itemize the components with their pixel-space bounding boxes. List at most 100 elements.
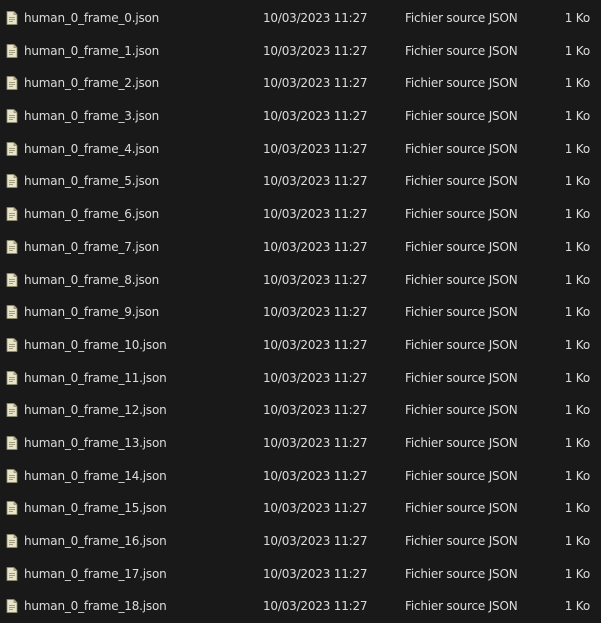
file-name: human_0_frame_14.json xyxy=(24,468,167,483)
json-file-icon xyxy=(6,174,18,189)
file-name: human_0_frame_9.json xyxy=(24,305,160,320)
file-name: human_0_frame_7.json xyxy=(24,239,160,254)
file-type: Fichier source JSON xyxy=(405,468,518,483)
file-type: Fichier source JSON xyxy=(405,76,518,91)
file-modified-date: 10/03/2023 11:27 xyxy=(263,272,368,287)
file-name: human_0_frame_15.json xyxy=(24,501,167,516)
file-size: 1 Ko xyxy=(564,76,590,91)
json-file-icon xyxy=(6,272,18,287)
file-size: 1 Ko xyxy=(564,403,590,418)
file-size: 1 Ko xyxy=(564,370,590,385)
file-modified-date: 10/03/2023 11:27 xyxy=(263,43,368,58)
file-name: human_0_frame_5.json xyxy=(24,174,160,189)
file-name: human_0_frame_6.json xyxy=(24,207,160,222)
file-size: 1 Ko xyxy=(564,141,590,156)
file-name: human_0_frame_16.json xyxy=(24,534,167,548)
file-name: human_0_frame_18.json xyxy=(24,599,167,614)
file-size: 1 Ko xyxy=(564,599,590,614)
file-type: Fichier source JSON xyxy=(405,272,518,287)
file-row[interactable]: human_0_frame_7.json 10/03/2023 11:27 Fich… xyxy=(0,231,601,264)
file-modified-date: 10/03/2023 11:27 xyxy=(263,337,368,352)
file-row[interactable]: human_0_frame_3.json 10/03/2023 11:27 Fich… xyxy=(0,100,601,133)
file-modified-date: 10/03/2023 11:27 xyxy=(263,435,368,450)
json-file-icon xyxy=(6,370,18,385)
file-name: human_0_frame_12.json xyxy=(24,403,167,418)
file-row[interactable]: human_0_frame_14.json 10/03/2023 11:27 Fic… xyxy=(0,460,601,493)
json-file-icon xyxy=(6,501,18,516)
file-name: human_0_frame_1.json xyxy=(24,43,160,58)
json-file-icon xyxy=(6,599,18,614)
file-row[interactable]: human_0_frame_13.json 10/03/2023 11:27 Fic… xyxy=(0,427,601,460)
json-file-icon xyxy=(6,534,18,548)
file-type: Fichier source JSON xyxy=(405,435,518,450)
file-row[interactable]: human_0_frame_15.json 10/03/2023 11:27 Fic… xyxy=(0,492,601,525)
file-row[interactable]: human_0_frame_2.json 10/03/2023 11:27 Fich… xyxy=(0,67,601,100)
file-row[interactable]: human_0_frame_16.json 10/03/2023 11:27 Fic… xyxy=(0,525,601,558)
json-file-icon xyxy=(6,239,18,254)
file-row[interactable]: human_0_frame_0.json 10/03/2023 11:27 Fich… xyxy=(0,2,601,35)
file-size: 1 Ko xyxy=(564,174,590,189)
file-row[interactable]: human_0_frame_18.json 10/03/2023 11:27 Fic… xyxy=(0,590,601,623)
file-name: human_0_frame_11.json xyxy=(24,370,167,385)
file-type: Fichier source JSON xyxy=(405,599,518,614)
file-size: 1 Ko xyxy=(564,566,590,581)
file-modified-date: 10/03/2023 11:27 xyxy=(263,468,368,483)
file-row[interactable]: human_0_frame_17.json 10/03/2023 11:27 Fic… xyxy=(0,558,601,591)
file-row[interactable]: human_0_frame_1.json 10/03/2023 11:27 Fich… xyxy=(0,35,601,68)
file-type: Fichier source JSON xyxy=(405,370,518,385)
file-name: human_0_frame_2.json xyxy=(24,76,160,91)
file-row[interactable]: human_0_frame_12.json 10/03/2023 11:27 Fic… xyxy=(0,394,601,427)
file-modified-date: 10/03/2023 11:27 xyxy=(263,239,368,254)
file-modified-date: 10/03/2023 11:27 xyxy=(263,11,368,25)
file-type: Fichier source JSON xyxy=(405,174,518,189)
json-file-icon xyxy=(6,566,18,581)
file-size: 1 Ko xyxy=(564,272,590,287)
file-name: human_0_frame_0.json xyxy=(24,11,160,25)
json-file-icon xyxy=(6,403,18,418)
file-name: human_0_frame_13.json xyxy=(24,435,167,450)
json-file-icon xyxy=(6,468,18,483)
json-file-icon xyxy=(6,43,18,58)
file-size: 1 Ko xyxy=(564,534,590,548)
json-file-icon xyxy=(6,207,18,222)
file-type: Fichier source JSON xyxy=(405,207,518,222)
json-file-icon xyxy=(6,305,18,320)
file-size: 1 Ko xyxy=(564,207,590,222)
file-name: human_0_frame_4.json xyxy=(24,141,160,156)
file-row[interactable]: human_0_frame_11.json 10/03/2023 11:27 Fic… xyxy=(0,362,601,395)
file-list: human_0_frame_0.json 10/03/2023 11:27 Fich… xyxy=(0,0,601,618)
file-size: 1 Ko xyxy=(564,337,590,352)
file-type: Fichier source JSON xyxy=(405,534,518,548)
file-type: Fichier source JSON xyxy=(405,11,518,25)
file-type: Fichier source JSON xyxy=(405,43,518,58)
file-modified-date: 10/03/2023 11:27 xyxy=(263,141,368,156)
file-row[interactable]: human_0_frame_8.json 10/03/2023 11:27 Fich… xyxy=(0,264,601,297)
file-row[interactable]: human_0_frame_5.json 10/03/2023 11:27 Fich… xyxy=(0,165,601,198)
file-name: human_0_frame_3.json xyxy=(24,109,160,124)
file-modified-date: 10/03/2023 11:27 xyxy=(263,599,368,614)
file-row[interactable]: human_0_frame_9.json 10/03/2023 11:27 Fich… xyxy=(0,296,601,329)
file-size: 1 Ko xyxy=(564,501,590,516)
file-size: 1 Ko xyxy=(564,239,590,254)
file-modified-date: 10/03/2023 11:27 xyxy=(263,76,368,91)
file-row[interactable]: human_0_frame_10.json 10/03/2023 11:27 Fic… xyxy=(0,329,601,362)
file-modified-date: 10/03/2023 11:27 xyxy=(263,501,368,516)
file-name: human_0_frame_17.json xyxy=(24,566,167,581)
json-file-icon xyxy=(6,109,18,123)
file-row[interactable]: human_0_frame_4.json 10/03/2023 11:27 Fich… xyxy=(0,133,601,166)
file-size: 1 Ko xyxy=(564,305,590,320)
file-size: 1 Ko xyxy=(564,435,590,450)
file-modified-date: 10/03/2023 11:27 xyxy=(263,305,368,320)
file-type: Fichier source JSON xyxy=(405,403,518,418)
file-type: Fichier source JSON xyxy=(405,109,518,124)
json-file-icon xyxy=(6,11,18,25)
file-row[interactable]: human_0_frame_6.json 10/03/2023 11:27 Fich… xyxy=(0,198,601,231)
file-type: Fichier source JSON xyxy=(405,566,518,581)
file-size: 1 Ko xyxy=(564,11,590,25)
file-modified-date: 10/03/2023 11:27 xyxy=(263,174,368,189)
file-type: Fichier source JSON xyxy=(405,141,518,156)
file-size: 1 Ko xyxy=(564,468,590,483)
json-file-icon xyxy=(6,337,18,352)
file-modified-date: 10/03/2023 11:27 xyxy=(263,534,368,548)
file-type: Fichier source JSON xyxy=(405,239,518,254)
